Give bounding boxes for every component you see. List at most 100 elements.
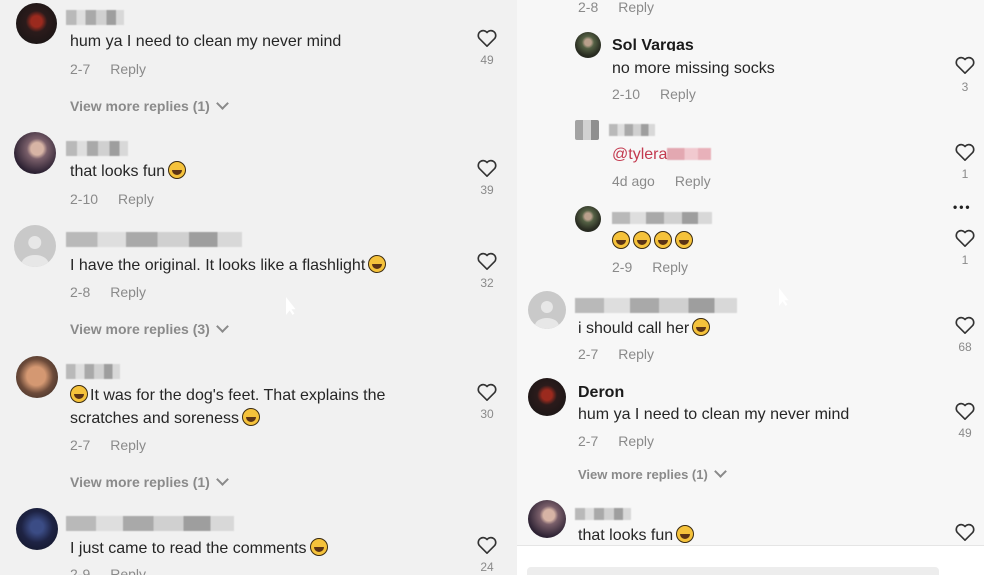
avatar[interactable] — [528, 291, 566, 329]
like-button[interactable]: 32 — [474, 251, 500, 290]
like-count: 32 — [480, 276, 494, 290]
left-comments-panel: hum ya I need to clean my never mind 2-7… — [0, 0, 517, 575]
view-more-replies-button[interactable]: View more replies (3) — [70, 320, 229, 337]
comment-meta: 2-7 Reply — [70, 437, 146, 453]
laughing-emoji-icon — [368, 255, 387, 273]
username-blurred[interactable] — [612, 212, 712, 224]
comment-input-bar — [517, 545, 984, 575]
view-more-label: View more replies (1) — [578, 467, 708, 482]
laughing-emoji-icon — [654, 231, 672, 249]
comment-input[interactable] — [527, 567, 939, 575]
username-blurred[interactable] — [66, 232, 242, 247]
like-button[interactable]: 68 — [952, 315, 978, 354]
comment-text-content: I have the original. It looks like a fla… — [70, 257, 366, 274]
avatar[interactable] — [14, 132, 56, 174]
comment-date: 2-9 — [70, 566, 91, 575]
heart-outline-icon — [477, 29, 497, 47]
avatar[interactable] — [575, 206, 601, 232]
chevron-down-icon — [215, 473, 229, 486]
reply-button[interactable]: Reply — [110, 437, 146, 453]
avatar[interactable] — [16, 356, 58, 398]
heart-outline-icon — [955, 316, 975, 334]
avatar[interactable] — [528, 378, 566, 416]
view-more-replies-button[interactable]: View more replies (1) — [578, 465, 727, 482]
laughing-emoji-icon — [309, 538, 328, 556]
like-button[interactable]: 39 — [474, 158, 500, 197]
like-button[interactable] — [952, 522, 978, 542]
reply-button[interactable]: Reply — [118, 191, 154, 207]
comment-meta: 2-8 Reply — [70, 284, 146, 300]
username-blurred[interactable] — [66, 10, 124, 25]
view-more-replies-button[interactable]: View more replies (1) — [70, 473, 229, 490]
comment-meta: 2-10 Reply — [70, 191, 154, 207]
comment-text: It was for the dog's feet. That explains… — [70, 384, 385, 430]
username-blurred[interactable] — [575, 508, 631, 520]
like-count: 1 — [961, 253, 969, 267]
like-button[interactable]: 30 — [474, 382, 500, 421]
avatar[interactable] — [575, 120, 599, 140]
heart-outline-icon — [477, 383, 497, 401]
comment-meta: 2-10 Reply — [612, 86, 696, 102]
comment-date: 2-7 — [578, 433, 599, 449]
username-blurred[interactable] — [575, 298, 737, 313]
comment-meta: 2-7 Reply — [70, 61, 146, 77]
reply-button[interactable]: Reply — [110, 566, 146, 575]
reply-button[interactable]: Reply — [675, 173, 711, 189]
avatar[interactable] — [14, 225, 56, 267]
like-button[interactable]: 1 — [952, 228, 978, 267]
chevron-down-icon — [215, 97, 229, 110]
comment-date: 4d ago — [612, 173, 655, 189]
avatar[interactable] — [528, 500, 566, 538]
comment-date: 2-7 — [70, 437, 91, 453]
heart-outline-icon — [955, 56, 975, 74]
comment-text: I have the original. It looks like a fla… — [70, 254, 387, 277]
username-blurred[interactable] — [66, 516, 234, 531]
reply-button[interactable]: Reply — [618, 433, 654, 449]
avatar[interactable] — [575, 32, 601, 58]
username-blurred[interactable] — [609, 124, 655, 136]
username-blurred[interactable] — [66, 141, 128, 156]
like-count: 49 — [958, 426, 972, 440]
comment-text: no more missing socks — [612, 60, 775, 77]
comment-date: 2-10 — [612, 86, 641, 102]
username[interactable]: Deron — [578, 384, 624, 402]
comment-text-content: that looks fun — [578, 527, 674, 544]
comment-text: @tylera — [612, 143, 712, 166]
username[interactable]: Sol Vargas — [612, 37, 694, 51]
like-button[interactable]: 49 — [474, 28, 500, 67]
reply-button[interactable]: Reply — [660, 86, 696, 102]
comment-text — [612, 230, 693, 253]
comment-date: 2-9 — [612, 259, 633, 275]
flushed-emoji-icon — [70, 385, 88, 403]
heart-outline-icon — [477, 159, 497, 177]
username-blurred[interactable] — [66, 364, 120, 379]
laughing-emoji-icon — [675, 231, 693, 249]
reply-button[interactable]: Reply — [618, 0, 654, 15]
like-button[interactable]: 49 — [952, 401, 978, 440]
heart-outline-icon — [477, 252, 497, 270]
laughing-emoji-icon — [676, 525, 695, 543]
comment-text: hum ya I need to clean my never mind — [578, 406, 850, 423]
like-count: 68 — [958, 340, 972, 354]
like-button[interactable]: 1 — [952, 142, 978, 181]
like-button[interactable]: 24 — [474, 535, 500, 574]
avatar[interactable] — [16, 3, 57, 44]
like-button[interactable]: 3 — [952, 55, 978, 94]
comment-text-line: It was for the dog's feet. That explains… — [90, 387, 386, 404]
more-dots-icon[interactable]: ••• — [953, 200, 972, 214]
view-more-label: View more replies (1) — [70, 98, 210, 114]
avatar[interactable] — [16, 508, 58, 550]
like-count: 24 — [480, 560, 494, 574]
comment-date: 2-10 — [70, 191, 99, 207]
like-count: 1 — [961, 167, 969, 181]
comment-text: hum ya I need to clean my never mind — [70, 33, 342, 50]
reply-button[interactable]: Reply — [618, 346, 654, 362]
comment-meta: 2-9 Reply — [612, 259, 688, 275]
mention-link[interactable]: @tylera — [612, 146, 667, 163]
view-more-replies-button[interactable]: View more replies (1) — [70, 97, 229, 114]
chevron-down-icon — [713, 465, 727, 478]
reply-button[interactable]: Reply — [110, 284, 146, 300]
reply-button[interactable]: Reply — [110, 61, 146, 77]
reply-button[interactable]: Reply — [652, 259, 688, 275]
heart-outline-icon — [955, 523, 975, 541]
